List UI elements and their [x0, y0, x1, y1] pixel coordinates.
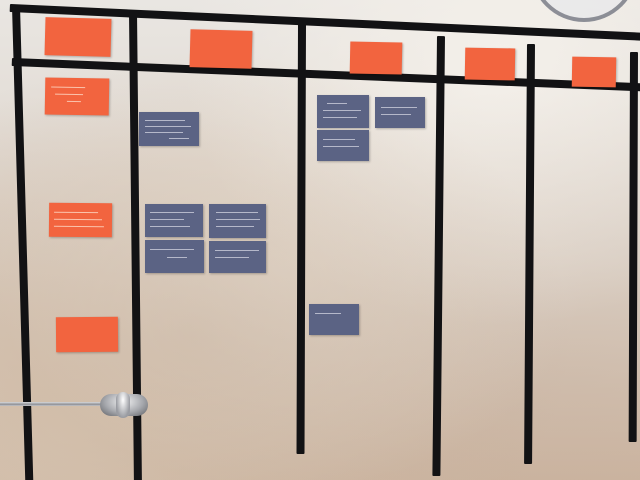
pointer-shaft	[0, 402, 112, 406]
slate-note-5	[209, 241, 266, 273]
orange-note-1	[44, 77, 110, 116]
slate-note-7	[375, 97, 425, 128]
header-note-1	[44, 17, 112, 57]
header-note-4	[464, 47, 516, 81]
slate-note-8	[317, 130, 369, 161]
orange-note-3	[55, 316, 119, 353]
header-note-2	[189, 29, 253, 69]
slate-note-3	[209, 204, 266, 238]
orange-note-2	[48, 202, 113, 238]
lane-divider-6	[628, 52, 638, 443]
slate-note-4	[145, 240, 204, 273]
photo-scene	[0, 0, 640, 480]
slate-note-1	[139, 112, 199, 146]
header-note-3	[349, 41, 403, 75]
header-note-5	[571, 56, 617, 88]
slate-note-6	[317, 95, 369, 128]
slate-note-9	[309, 304, 359, 335]
lane-divider-3	[296, 24, 306, 455]
slate-note-2	[145, 204, 203, 237]
pointer-knob	[116, 392, 130, 418]
